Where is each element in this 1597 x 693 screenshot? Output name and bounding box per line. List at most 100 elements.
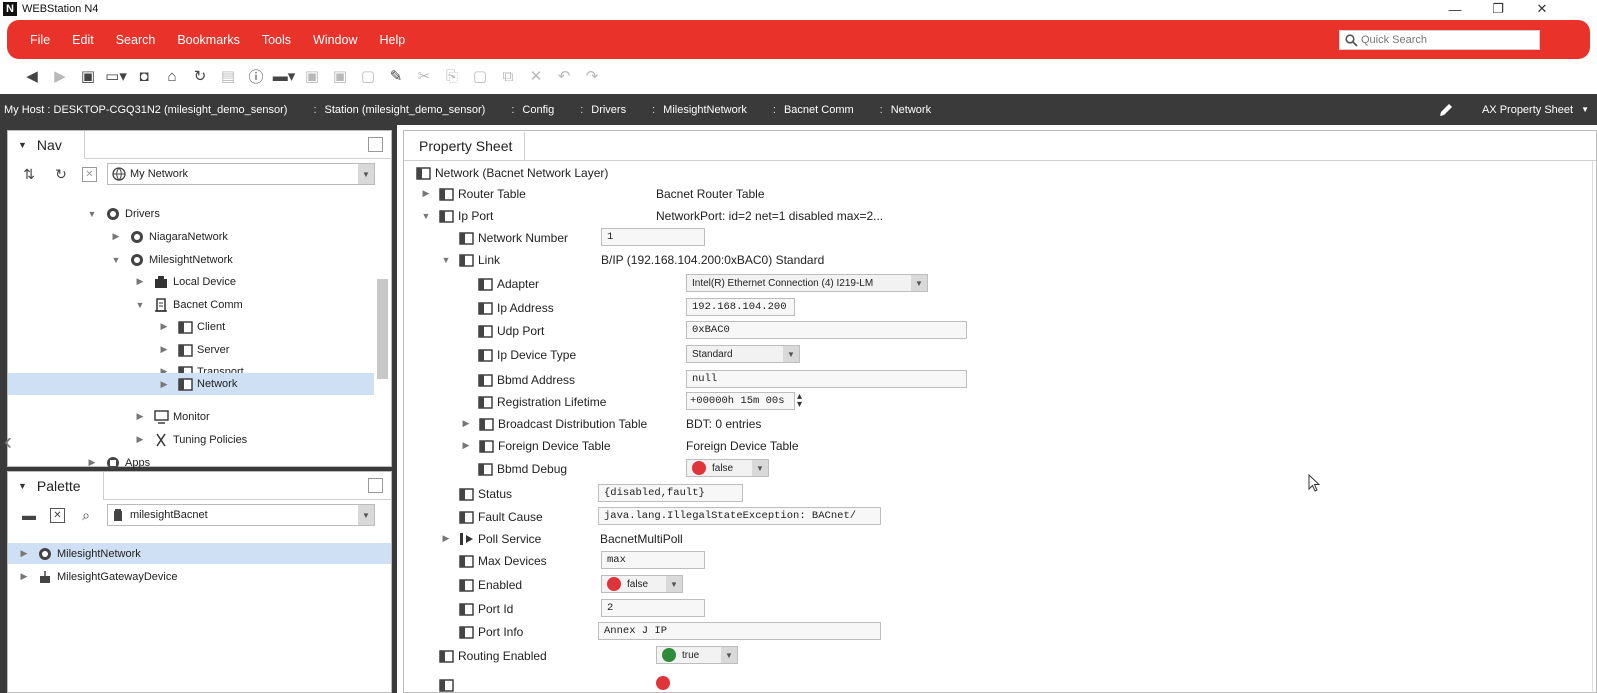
tree-item-apps[interactable]: ▶ Apps bbox=[86, 452, 150, 473]
close-tree-icon[interactable]: ✕ bbox=[82, 166, 97, 182]
max-devices-field[interactable]: max bbox=[601, 551, 705, 569]
expanded-caret-icon[interactable]: ▼ bbox=[420, 211, 432, 221]
quick-search[interactable] bbox=[1339, 30, 1540, 50]
home-icon[interactable]: ⌂ bbox=[158, 64, 186, 88]
palette-tab[interactable]: ▼ Palette bbox=[8, 471, 104, 500]
collapse-sidebar-icon[interactable]: ‹ bbox=[4, 428, 12, 456]
tree-item-niagara-network[interactable]: ▶ NiagaraNetwork bbox=[110, 226, 228, 247]
collapsed-caret-icon[interactable]: ▶ bbox=[134, 434, 146, 445]
network-number-field[interactable]: 1 bbox=[601, 228, 705, 246]
open-folder-icon[interactable]: ▬▾ bbox=[270, 64, 298, 88]
delete-icon[interactable]: ✕ bbox=[522, 64, 550, 88]
open-palette-icon[interactable]: ▬ bbox=[18, 504, 40, 526]
menu-search[interactable]: Search bbox=[105, 33, 167, 47]
nav-tab[interactable]: ▼ Nav bbox=[8, 130, 85, 159]
quick-search-input[interactable] bbox=[1361, 34, 1531, 46]
spy-icon[interactable]: ▤ bbox=[214, 64, 242, 88]
collapsed-caret-icon[interactable]: ▶ bbox=[86, 457, 98, 468]
collapsed-caret-icon[interactable]: ▶ bbox=[134, 411, 146, 422]
routing-enabled-dropdown[interactable]: true ▼ bbox=[656, 646, 738, 664]
collapsed-caret-icon[interactable]: ▶ bbox=[158, 379, 170, 390]
menu-help[interactable]: Help bbox=[369, 33, 417, 47]
menu-window[interactable]: Window bbox=[302, 33, 368, 47]
info-icon[interactable]: ⓘ bbox=[242, 64, 270, 88]
chevron-down-icon[interactable]: ▼ bbox=[911, 275, 927, 291]
crumb-drivers[interactable]: Drivers bbox=[591, 104, 626, 116]
expanded-caret-icon[interactable]: ▼ bbox=[440, 255, 452, 265]
row-router-table[interactable]: ▶ Router Table bbox=[420, 183, 526, 204]
menu-tools[interactable]: Tools bbox=[251, 33, 302, 47]
row-poll-service[interactable]: ▶ Poll Service bbox=[440, 528, 542, 549]
row-ip-port[interactable]: ▼ Ip Port bbox=[420, 205, 494, 226]
collapsed-caret-icon[interactable]: ▶ bbox=[158, 321, 170, 332]
chevron-down-icon[interactable]: ▼ bbox=[666, 576, 682, 592]
tree-item-bacnet-comm[interactable]: ▼ Bacnet Comm bbox=[134, 294, 243, 315]
crumb-config[interactable]: Config bbox=[522, 104, 554, 116]
tree-item-milesight-network[interactable]: ▼ MilesightNetwork bbox=[110, 249, 233, 270]
tree-item-local-device[interactable]: ▶ Local Device bbox=[134, 271, 236, 292]
nav-scrollbar[interactable] bbox=[376, 193, 388, 463]
menu-edit[interactable]: Edit bbox=[61, 33, 105, 47]
duplicate-icon[interactable]: ⧉ bbox=[494, 64, 522, 88]
redo-icon[interactable]: ↷ bbox=[578, 64, 606, 88]
adapter-dropdown[interactable]: Intel(R) Ethernet Connection (4) I219-LM… bbox=[686, 274, 928, 292]
ip-device-type-dropdown[interactable]: Standard ▼ bbox=[686, 345, 800, 363]
menu-file[interactable]: File bbox=[19, 33, 61, 47]
udp-port-field[interactable]: 0xBAC0 bbox=[686, 321, 967, 339]
chevron-down-icon[interactable]: ▼ bbox=[783, 346, 799, 362]
ip-address-field[interactable]: 192.168.104.200 bbox=[686, 298, 795, 316]
palette-item-milesight-gateway-device[interactable]: ▶ MilesightGatewayDevice bbox=[18, 566, 177, 587]
cut-icon[interactable]: ✂ bbox=[410, 64, 438, 88]
chevron-down-icon[interactable]: ▼ bbox=[358, 505, 374, 525]
collapsed-caret-icon[interactable]: ▶ bbox=[420, 188, 432, 199]
chevron-down-icon[interactable]: ▼ bbox=[721, 647, 737, 663]
pencil-icon[interactable] bbox=[1438, 102, 1454, 118]
restore-button[interactable]: ❐ bbox=[1478, 0, 1518, 18]
registration-lifetime-field[interactable]: +00000h 15m 00s bbox=[686, 392, 795, 410]
collapsed-caret-icon[interactable]: ▶ bbox=[460, 418, 472, 429]
expanded-caret-icon[interactable]: ▼ bbox=[134, 300, 146, 310]
maximize-panel-icon[interactable] bbox=[368, 478, 383, 493]
tree-item-drivers[interactable]: ▼ Drivers bbox=[86, 203, 160, 224]
collapse-caret-icon[interactable]: ▼ bbox=[18, 140, 27, 150]
row-foreign-device-table[interactable]: ▶ Foreign Device Table bbox=[460, 435, 611, 456]
undo-icon[interactable]: ↶ bbox=[550, 64, 578, 88]
chevron-down-icon[interactable]: ▼ bbox=[1581, 105, 1589, 114]
refresh-icon[interactable]: ↻ bbox=[50, 163, 72, 185]
port-info-field[interactable]: Annex J IP bbox=[598, 622, 881, 640]
save-icon[interactable]: ▣ bbox=[298, 64, 326, 88]
tree-item-network[interactable]: ▶ Network bbox=[8, 373, 374, 395]
collapsed-caret-icon[interactable]: ▶ bbox=[18, 571, 30, 582]
palette-module-select[interactable]: milesightBacnet ▼ bbox=[107, 504, 375, 526]
chevron-down-icon[interactable]: ▼ bbox=[358, 164, 374, 184]
save-all-icon[interactable]: ▣ bbox=[326, 64, 354, 88]
crumb-host[interactable]: My Host : DESKTOP-CGQ31N2 (milesight_dem… bbox=[4, 104, 287, 116]
edit-doc-icon[interactable]: ✎ bbox=[382, 64, 410, 88]
expanded-caret-icon[interactable]: ▼ bbox=[110, 255, 122, 265]
crumb-station[interactable]: Station (milesight_demo_sensor) bbox=[325, 104, 486, 116]
maximize-panel-icon[interactable] bbox=[368, 137, 383, 152]
console-icon[interactable]: ◘ bbox=[130, 64, 158, 88]
crumb-bacnet-comm[interactable]: Bacnet Comm bbox=[784, 104, 854, 116]
crumb-milesight-network[interactable]: MilesightNetwork bbox=[663, 104, 747, 116]
refresh-icon[interactable]: ↻ bbox=[186, 64, 214, 88]
nav-scrollbar-thumb[interactable] bbox=[377, 279, 388, 379]
tab-property-sheet[interactable]: Property Sheet bbox=[411, 132, 526, 160]
collapsed-caret-icon[interactable]: ▶ bbox=[440, 533, 452, 544]
crumb-network[interactable]: Network bbox=[891, 104, 931, 116]
tree-item-monitor[interactable]: ▶ Monitor bbox=[134, 406, 210, 427]
collapse-caret-icon[interactable]: ▼ bbox=[18, 481, 27, 491]
collapsed-caret-icon[interactable]: ▶ bbox=[158, 344, 170, 355]
close-palette-icon[interactable]: ✕ bbox=[50, 507, 65, 523]
palette-item-milesight-network[interactable]: ▶ MilesightNetwork bbox=[8, 543, 391, 564]
collapsed-caret-icon[interactable]: ▶ bbox=[460, 440, 472, 451]
close-button[interactable]: ✕ bbox=[1522, 0, 1562, 18]
sync-arrows-icon[interactable]: ⇅ bbox=[18, 163, 40, 185]
collapsed-caret-icon[interactable]: ▶ bbox=[134, 276, 146, 287]
collapsed-caret-icon[interactable]: ▶ bbox=[110, 231, 122, 242]
export-icon[interactable]: ▢ bbox=[354, 64, 382, 88]
port-id-field[interactable]: 2 bbox=[601, 599, 705, 617]
view-selector[interactable]: AX Property Sheet bbox=[1482, 104, 1573, 116]
back-icon[interactable]: ◀ bbox=[18, 64, 46, 88]
paste-icon[interactable]: ▢ bbox=[466, 64, 494, 88]
